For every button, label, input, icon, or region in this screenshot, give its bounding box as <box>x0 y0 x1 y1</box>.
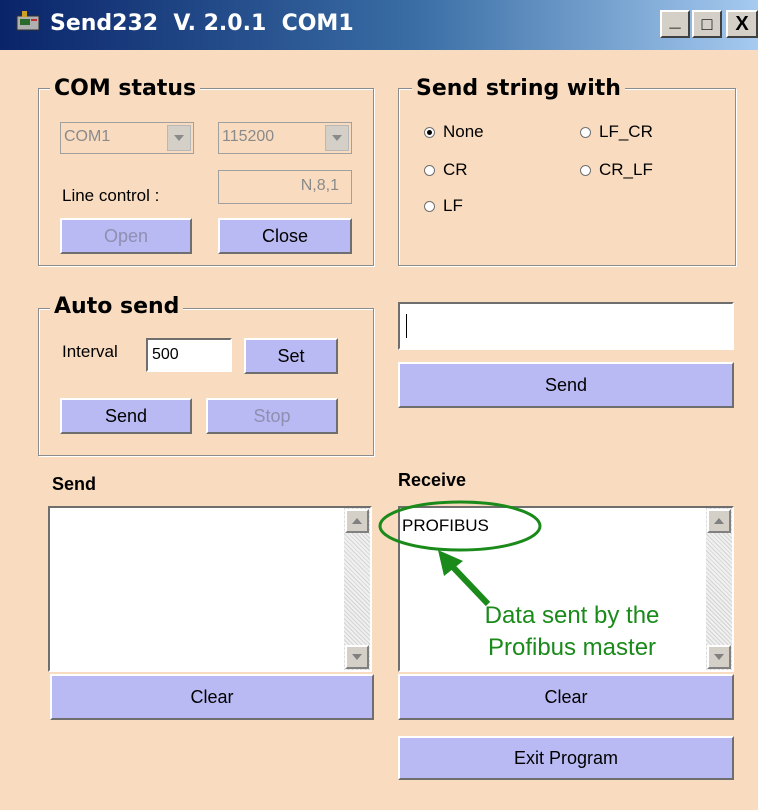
send-string-input[interactable] <box>398 302 734 350</box>
maximize-button[interactable]: □ <box>692 10 722 38</box>
com-port-select[interactable]: COM1 <box>60 122 194 154</box>
interval-input[interactable]: 500 <box>146 338 232 372</box>
minimize-button[interactable]: _ <box>660 10 690 38</box>
annotation-line-2: Profibus master <box>487 634 657 661</box>
annotation-highlight-ellipse <box>378 500 542 552</box>
set-interval-button[interactable]: Set <box>244 338 338 374</box>
radio-cr-lf-label: CR_LF <box>599 160 653 179</box>
com-status-title: COM status <box>50 78 201 100</box>
radio-icon <box>580 126 591 138</box>
baud-rate-value: 115200 <box>222 128 275 145</box>
line-control-field: N,8,1 <box>218 170 352 204</box>
auto-stop-button[interactable]: Stop <box>206 398 338 434</box>
receive-scrollbar[interactable] <box>706 508 732 670</box>
baud-rate-select[interactable]: 115200 <box>218 122 352 154</box>
send232-window: Send232 V. 2.0.1 COM1 _ □ X COM status C… <box>0 0 758 810</box>
radio-icon <box>424 200 435 212</box>
radio-none-label: None <box>443 122 484 141</box>
radio-lf-cr[interactable]: LF_CR <box>580 122 653 142</box>
send-scrollbar[interactable] <box>344 508 370 670</box>
radio-cr[interactable]: CR <box>424 160 468 180</box>
text-cursor <box>406 314 407 338</box>
title-bar[interactable]: Send232 V. 2.0.1 COM1 _ □ X <box>0 0 758 50</box>
chevron-down-icon[interactable] <box>325 125 349 151</box>
receive-panel-label: Receive <box>398 470 467 490</box>
scroll-up-icon[interactable] <box>707 509 731 533</box>
radio-lf[interactable]: LF <box>424 196 463 216</box>
scroll-up-icon[interactable] <box>345 509 369 533</box>
scroll-down-icon[interactable] <box>345 645 369 669</box>
close-icon: X <box>735 13 749 35</box>
clear-receive-button[interactable]: Clear <box>398 674 734 720</box>
maximize-icon: □ <box>701 14 713 34</box>
window-title: Send232 V. 2.0.1 COM1 <box>50 11 354 36</box>
radio-icon <box>580 164 591 176</box>
exit-program-button[interactable]: Exit Program <box>398 736 734 780</box>
radio-none[interactable]: None <box>424 122 484 142</box>
annotation-overlay <box>378 500 542 607</box>
radio-cr-lf[interactable]: CR_LF <box>580 160 653 180</box>
annotation-line-1: Data sent by the <box>484 602 660 629</box>
scroll-down-icon[interactable] <box>707 645 731 669</box>
send-string-button[interactable]: Send <box>398 362 734 408</box>
auto-send-button[interactable]: Send <box>60 398 192 434</box>
send-panel-label: Send <box>52 474 97 494</box>
radio-cr-label: CR <box>443 160 468 179</box>
open-port-button[interactable]: Open <box>60 218 192 254</box>
auto-send-title: Auto send <box>50 296 184 318</box>
interval-label: Interval <box>62 342 118 361</box>
clear-send-button[interactable]: Clear <box>50 674 374 720</box>
radio-selected-icon <box>424 126 435 138</box>
line-control-label: Line control : <box>62 186 160 205</box>
com-port-value: COM1 <box>64 128 111 145</box>
minimize-icon: _ <box>669 9 681 31</box>
radio-lf-label: LF <box>443 196 463 215</box>
chevron-down-icon[interactable] <box>167 125 191 151</box>
radio-icon <box>424 164 435 176</box>
close-port-button[interactable]: Close <box>218 218 352 254</box>
close-window-button[interactable]: X <box>726 10 758 38</box>
annotation-arrow-line <box>447 561 491 607</box>
send-textarea[interactable] <box>48 506 372 672</box>
interval-value: 500 <box>152 346 179 363</box>
send-string-with-title: Send string with <box>412 78 625 100</box>
app-window-icon <box>16 11 40 31</box>
radio-lf-cr-label: LF_CR <box>599 122 653 141</box>
annotation-text: Data sent by the Profibus master <box>452 600 692 664</box>
line-control-value: N,8,1 <box>300 177 339 194</box>
